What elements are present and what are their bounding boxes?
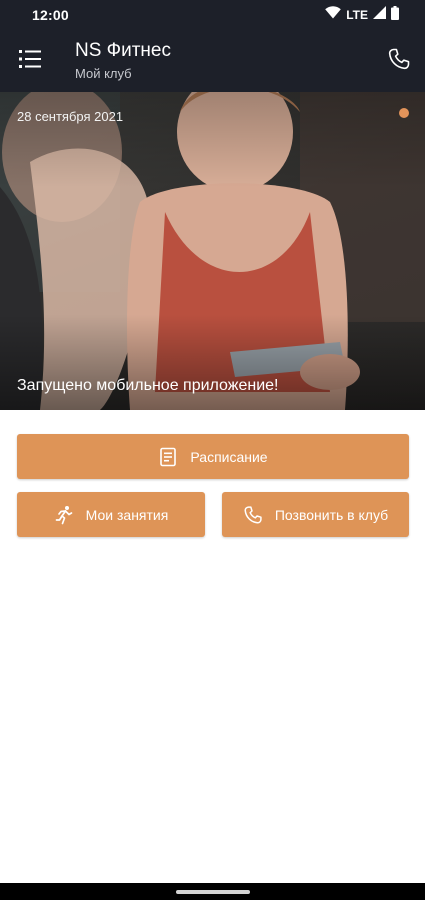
schedule-label: Расписание <box>190 448 268 465</box>
call-club-button[interactable]: Позвонить в клуб <box>222 492 409 537</box>
news-caption: Запущено мобильное приложение! <box>17 377 279 394</box>
my-classes-button[interactable]: Мои занятия <box>17 492 205 537</box>
schedule-button[interactable]: Расписание <box>17 434 409 479</box>
banner-shade <box>0 92 425 410</box>
system-navigation-bar <box>0 883 425 900</box>
signal-icon <box>373 6 386 24</box>
call-button[interactable] <box>387 47 411 71</box>
call-club-label: Позвонить в клуб <box>274 506 389 523</box>
phone-icon <box>243 505 263 525</box>
menu-list-icon <box>19 50 43 73</box>
wifi-icon <box>325 6 342 24</box>
app-bar: NS Фитнес Мой клуб <box>0 30 425 92</box>
schedule-document-icon <box>158 447 178 467</box>
my-classes-label: Мои занятия <box>85 506 169 523</box>
status-time: 12:00 <box>32 7 69 23</box>
app-subtitle: Мой клуб <box>75 66 132 81</box>
status-bar: 12:00 LTE <box>0 0 425 30</box>
network-type: LTE <box>346 8 368 22</box>
news-date: 28 сентября 2021 <box>17 109 124 124</box>
battery-icon <box>391 5 399 25</box>
menu-button[interactable] <box>19 49 43 69</box>
running-person-icon <box>54 505 74 525</box>
app-title: NS Фитнес <box>75 40 171 61</box>
news-banner[interactable]: 28 сентября 2021 Запущено мобильное прил… <box>0 92 425 410</box>
status-icons: LTE <box>325 5 399 25</box>
home-gesture-handle[interactable] <box>176 890 250 894</box>
unread-indicator <box>399 108 409 118</box>
phone-icon <box>387 48 411 75</box>
